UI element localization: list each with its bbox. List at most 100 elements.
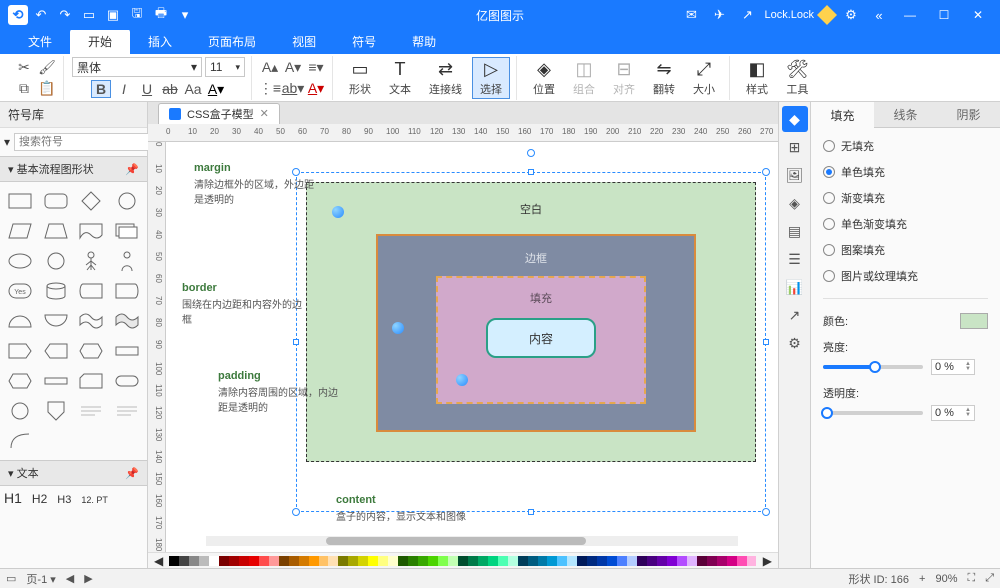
grow-font-icon[interactable]: A▴ [260,58,280,76]
strike-button[interactable]: ab [160,80,180,98]
flip-button[interactable]: ⇋翻转 [645,57,683,99]
combine-button[interactable]: ◫组合 [565,57,603,99]
shape-halfcircle[interactable] [2,306,38,336]
view-icon[interactable]: ▭ [6,572,16,585]
layers-tool-icon[interactable]: ◈ [782,190,808,216]
fill-image[interactable]: 图片或纹理填充 [823,268,988,284]
link-tool-icon[interactable]: ↗ [782,302,808,328]
shape-circle[interactable] [109,186,145,216]
fill-pattern[interactable]: 图案填充 [823,242,988,258]
highlight-icon[interactable]: ab▾ [283,79,303,97]
color-swatch[interactable] [960,313,988,329]
shape-card[interactable] [74,366,110,396]
shape-cylinder[interactable] [38,276,74,306]
tab-symbol[interactable]: 符号 [334,29,394,54]
redo-icon[interactable]: ↷ [54,4,76,26]
content-box[interactable]: 内容 [486,318,596,358]
tab-line[interactable]: 线条 [874,102,937,128]
palette-prev-icon[interactable]: ◀ [154,554,163,568]
font-select[interactable]: 黑体▾ [72,57,202,77]
shape-circ3[interactable] [2,396,38,426]
tab-help[interactable]: 帮助 [394,29,454,54]
shape-person[interactable] [74,246,110,276]
italic-button[interactable]: I [114,80,134,98]
opacity-slider[interactable] [823,411,923,415]
canvas[interactable]: 0102030405060708090100110120130140150160… [148,142,778,552]
shape-doc[interactable] [74,216,110,246]
share-icon[interactable]: ↗ [736,4,758,26]
shape-tag2[interactable] [38,336,74,366]
minimize-button[interactable]: — [896,1,924,29]
fill-solid[interactable]: 单色填充 [823,164,988,180]
shape-tag[interactable] [2,336,38,366]
fill-mono-gradient[interactable]: 单色渐变填充 [823,216,988,232]
save-icon[interactable]: 🖫 [126,4,148,26]
new-icon[interactable]: ▭ [78,4,100,26]
shape-trap[interactable] [38,216,74,246]
settings-icon[interactable]: ⚙ [840,4,862,26]
tab-fill[interactable]: 填充 [811,102,874,128]
undo-icon[interactable]: ↶ [30,4,52,26]
shape-roundrect[interactable] [38,186,74,216]
copy-icon[interactable]: ⧉ [14,79,34,97]
align-button[interactable]: ⊟对齐 [605,57,643,99]
fill-tool-icon[interactable]: ◆ [782,106,808,132]
vip-icon[interactable] [820,8,834,22]
underline-button[interactable]: U [137,80,157,98]
palette-next-icon[interactable]: ▶ [763,554,772,568]
shape-rect3[interactable] [109,336,145,366]
h-scrollbar[interactable] [206,536,738,546]
color-palette[interactable] [169,556,757,566]
tools-button[interactable]: 🛠工具 [778,57,817,99]
print-icon[interactable]: 🖶 [150,4,172,26]
paintbrush-icon[interactable]: 🖌 [37,58,57,76]
page-nav-prev[interactable]: ◀ [66,572,74,585]
script-tool-icon[interactable]: ⚙ [782,330,808,356]
mail-icon[interactable]: ✉ [680,4,702,26]
collapse-icon[interactable]: « [868,4,890,26]
maximize-button[interactable]: ☐ [930,1,958,29]
close-tab-icon[interactable]: ✕ [260,107,269,120]
zoom-in-button[interactable]: + [919,573,925,585]
brightness-slider[interactable] [823,365,923,369]
h1-style[interactable]: H1 [4,490,22,506]
shape-shield[interactable] [38,396,74,426]
close-button[interactable]: ✕ [964,1,992,29]
tab-insert[interactable]: 插入 [130,29,190,54]
brightness-value[interactable]: 0 %▲▼ [931,359,975,375]
bullets-icon[interactable]: ⋮≡ [260,79,280,97]
align-icon[interactable]: ≡▾ [306,58,326,76]
tab-pagelayout[interactable]: 页面布局 [190,29,274,54]
shape-note2[interactable] [109,396,145,426]
shape-halfcircle2[interactable] [38,306,74,336]
section-shapes[interactable]: ▾ 基本流程图形状📌 [0,156,147,182]
fullscreen-icon[interactable]: ⤢ [985,572,994,585]
page-tool-icon[interactable]: ▤ [782,218,808,244]
style-button[interactable]: ◧样式 [738,57,776,99]
grid-tool-icon[interactable]: ⊞ [782,134,808,160]
shape-db2[interactable] [109,276,145,306]
chart-tool-icon[interactable]: 📊 [782,274,808,300]
zoom-value[interactable]: 90% [935,573,957,585]
shape-person2[interactable] [109,246,145,276]
paste-icon[interactable]: 📋 [37,79,57,97]
shape-db[interactable] [74,276,110,306]
h2-style[interactable]: H2 [32,492,47,506]
shape-pill[interactable] [109,366,145,396]
shape-wave[interactable] [74,306,110,336]
shape-button[interactable]: ▭形状 [341,57,379,99]
shape-hex[interactable] [74,336,110,366]
shape-para[interactable] [2,216,38,246]
pin-icon[interactable]: 📌 [125,163,139,176]
shape-hex2[interactable] [2,366,38,396]
fontcolor-icon[interactable]: A▾ [206,80,226,98]
opacity-value[interactable]: 0 %▲▼ [931,405,975,421]
pin-icon-2[interactable]: 📌 [125,467,139,480]
text-button[interactable]: T文本 [381,57,419,99]
tab-file[interactable]: 文件 [10,29,70,54]
bold-button[interactable]: B [91,80,111,98]
shape-arc[interactable] [2,426,38,456]
select-button[interactable]: ▷选择 [472,57,510,99]
symbol-search-input[interactable] [14,133,166,151]
fontsize-select[interactable]: 11▾ [205,57,245,77]
